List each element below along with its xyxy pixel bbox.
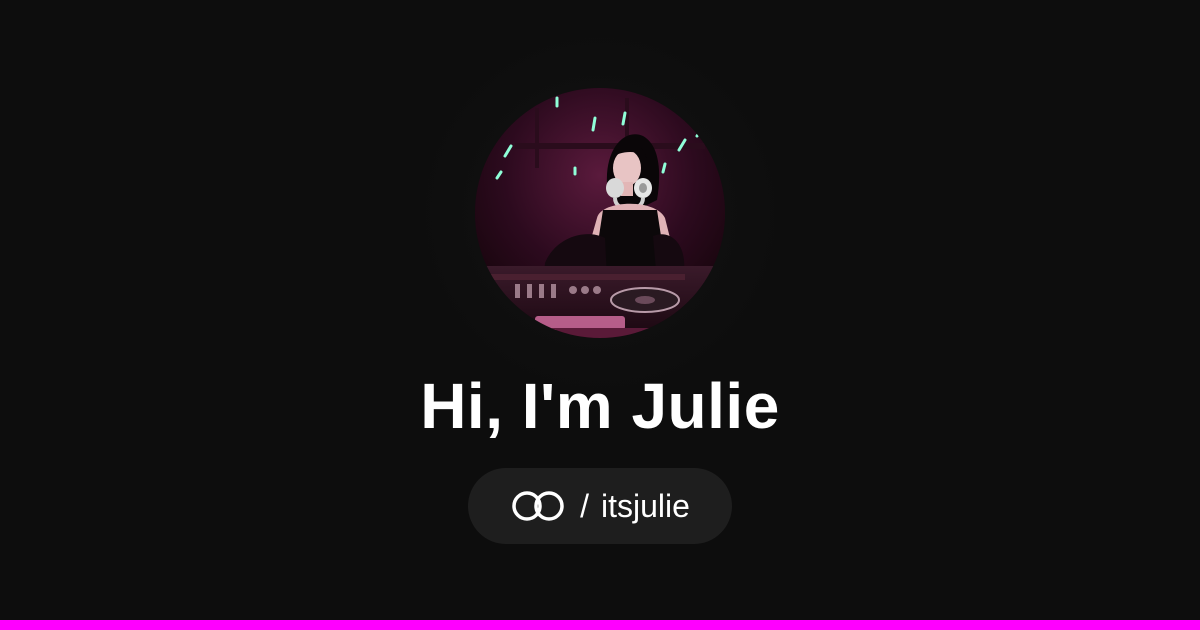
profile-handle-button[interactable]: / itsjulie (468, 468, 732, 544)
avatar-photo (475, 88, 725, 338)
handle-separator: / (580, 487, 589, 524)
profile-username: itsjulie (600, 487, 690, 524)
avatar (475, 88, 725, 338)
profile-greeting: Hi, I'm Julie (420, 370, 780, 442)
accent-bar (0, 620, 1200, 630)
interlocking-rings-icon (510, 489, 566, 523)
